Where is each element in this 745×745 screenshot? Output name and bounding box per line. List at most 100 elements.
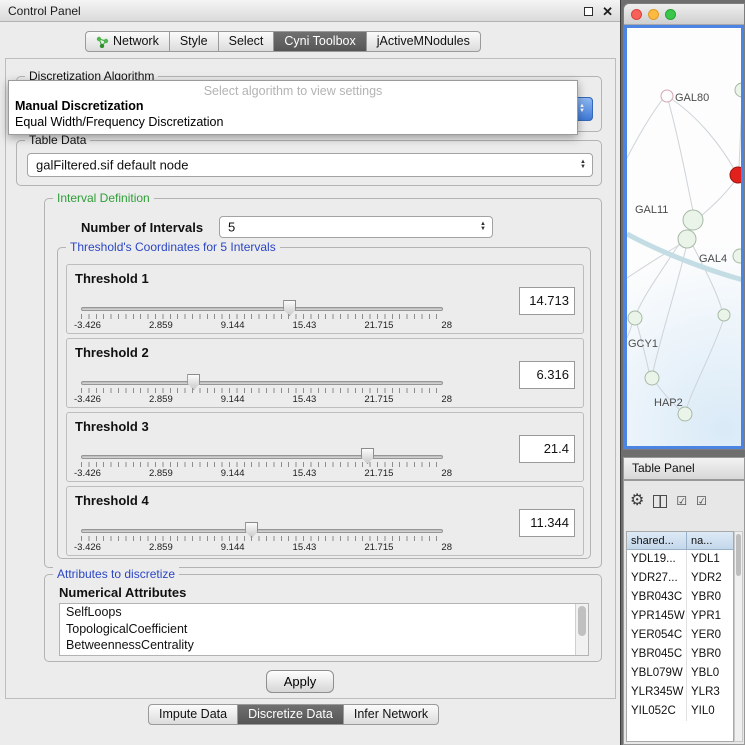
- table-panel: ⚙ ☑ ☑ shared... na... YDL19...YDL1 YDR27…: [623, 480, 745, 745]
- table-row[interactable]: YER054CYER0: [627, 626, 733, 645]
- scale-label: 15.43: [293, 542, 317, 553]
- cell: YDL1: [687, 550, 733, 569]
- network-node-gal11[interactable]: [683, 210, 703, 230]
- tab-discretize-data[interactable]: Discretize Data: [238, 704, 344, 725]
- slider-track[interactable]: [81, 529, 443, 533]
- select-columns-icon[interactable]: ☑: [696, 495, 707, 507]
- list-item[interactable]: TopologicalCoefficient: [60, 621, 588, 638]
- tab-label: Network: [113, 32, 159, 51]
- slider-track[interactable]: [81, 307, 443, 311]
- tab-impute-data[interactable]: Impute Data: [148, 704, 238, 725]
- close-panel-button[interactable]: ✕: [602, 5, 613, 19]
- scale-label: 15.43: [293, 468, 317, 479]
- slider-scale: -3.4262.8599.14415.4321.71528: [74, 320, 452, 331]
- scale-label: 21.715: [364, 320, 393, 331]
- table-data-combobox[interactable]: galFiltered.sif default node ▲ ▼: [27, 153, 593, 177]
- network-node-gal80[interactable]: [661, 90, 673, 102]
- tab-network[interactable]: Network: [85, 31, 170, 52]
- gear-icon[interactable]: ⚙: [630, 493, 644, 509]
- zoom-window-button[interactable]: [665, 9, 676, 20]
- vertical-scrollbar[interactable]: [575, 604, 588, 655]
- combobox-arrows-icon: ▲ ▼: [480, 222, 486, 232]
- network-node[interactable]: [718, 309, 730, 321]
- threshold-4-slider[interactable]: -3.4262.8599.14415.4321.71528: [81, 523, 443, 551]
- network-node-hap2[interactable]: [645, 371, 659, 385]
- tab-label: Select: [229, 32, 264, 51]
- tab-select[interactable]: Select: [219, 31, 275, 52]
- scale-label: 9.144: [221, 320, 245, 331]
- slider-track[interactable]: [81, 381, 443, 385]
- scale-label: -3.426: [74, 542, 101, 553]
- slider-track[interactable]: [81, 455, 443, 459]
- cell: YIL0: [687, 702, 733, 721]
- network-node[interactable]: [678, 407, 692, 421]
- scale-label: -3.426: [74, 394, 101, 405]
- column-header-shared-name[interactable]: shared...: [627, 532, 687, 549]
- threshold-3-slider[interactable]: -3.4262.8599.14415.4321.71528: [81, 449, 443, 477]
- table-row[interactable]: YBR045CYBR0: [627, 645, 733, 664]
- cell: YLR3: [687, 683, 733, 702]
- close-window-button[interactable]: [631, 9, 642, 20]
- node-label: GCY1: [628, 338, 658, 350]
- scrollbar-thumb[interactable]: [578, 606, 586, 636]
- columns-icon[interactable]: [653, 495, 667, 508]
- tab-style[interactable]: Style: [170, 31, 219, 52]
- algorithm-dropdown-popup: Select algorithm to view settings Manual…: [8, 80, 578, 135]
- threshold-4-row: Threshold 4 -3.4262.8599.14415.4321.7152…: [66, 486, 584, 556]
- threshold-2-value-field[interactable]: 6.316: [519, 361, 575, 389]
- table-row[interactable]: YBL079WYBL0: [627, 664, 733, 683]
- scale-label: 15.43: [293, 394, 317, 405]
- list-item[interactable]: BetweennessCentrality: [60, 637, 588, 654]
- network-node[interactable]: [735, 83, 743, 97]
- scale-label: 2.859: [149, 394, 173, 405]
- cell: YBR045C: [627, 645, 687, 664]
- table-row[interactable]: YDR27...YDR2: [627, 569, 733, 588]
- network-node-selected-red[interactable]: [730, 167, 743, 183]
- scale-label: 9.144: [221, 468, 245, 479]
- table-row[interactable]: YIL052CYIL0: [627, 702, 733, 721]
- column-header-name[interactable]: na...: [687, 532, 733, 549]
- table-row[interactable]: YBR043CYBR0: [627, 588, 733, 607]
- tab-cyni-toolbox[interactable]: Cyni Toolbox: [274, 31, 366, 52]
- threshold-4-value-field[interactable]: 11.344: [519, 509, 575, 537]
- float-window-button[interactable]: [584, 3, 593, 21]
- popup-item-manual-discretization[interactable]: Manual Discretization: [9, 98, 577, 114]
- group-title: Interval Definition: [53, 191, 154, 205]
- interval-definition-group: Interval Definition Number of Intervals …: [44, 198, 602, 568]
- scale-label: 2.859: [149, 542, 173, 553]
- scale-label: 21.715: [364, 394, 393, 405]
- network-node-gcy1[interactable]: [628, 311, 642, 325]
- num-intervals-combobox[interactable]: 5 ▲ ▼: [219, 216, 493, 238]
- table-row[interactable]: YPR145WYPR1: [627, 607, 733, 626]
- threshold-1-value-field[interactable]: 14.713: [519, 287, 575, 315]
- select-all-icon[interactable]: ☑: [676, 495, 687, 507]
- tab-infer-network[interactable]: Infer Network: [344, 704, 439, 725]
- slider-scale: -3.4262.8599.14415.4321.71528: [74, 542, 452, 553]
- apply-button[interactable]: Apply: [266, 670, 334, 693]
- threshold-1-row: Threshold 1 -3.4262.8599.14415.4321.7152…: [66, 264, 584, 334]
- threshold-2-row: Threshold 2 -3.4262.8599.14415.4321.7152…: [66, 338, 584, 408]
- combobox-value: 5: [228, 220, 235, 235]
- cell: YBR0: [687, 645, 733, 664]
- threshold-1-slider[interactable]: -3.4262.8599.14415.4321.71528: [81, 301, 443, 329]
- threshold-label: Threshold 1: [75, 271, 149, 286]
- vertical-scrollbar[interactable]: [734, 531, 743, 742]
- network-node-gal4[interactable]: [678, 230, 696, 248]
- threshold-2-slider[interactable]: -3.4262.8599.14415.4321.71528: [81, 375, 443, 403]
- table-row[interactable]: YDL19...YDL1: [627, 550, 733, 569]
- cell: YDR27...: [627, 569, 687, 588]
- network-canvas[interactable]: GAL80 GAL11 GAL4 GCY1 HAP2: [624, 25, 744, 449]
- table-row[interactable]: YLR345WYLR3: [627, 683, 733, 702]
- table-data-group: Table Data galFiltered.sif default node …: [16, 140, 602, 186]
- network-node[interactable]: [733, 249, 743, 263]
- control-panel-window: Control Panel ✕ Network Style Select Cyn…: [0, 0, 621, 745]
- tab-jactivemnodules[interactable]: jActiveMNodules: [367, 31, 481, 52]
- list-item[interactable]: SelfLoops: [60, 604, 588, 621]
- cell: YIL052C: [627, 702, 687, 721]
- popup-item-equal-width-frequency[interactable]: Equal Width/Frequency Discretization: [9, 114, 577, 130]
- scrollbar-thumb[interactable]: [736, 534, 741, 576]
- cell: YBR0: [687, 588, 733, 607]
- threshold-3-value-field[interactable]: 21.4: [519, 435, 575, 463]
- minimize-window-button[interactable]: [648, 9, 659, 20]
- scale-label: -3.426: [74, 320, 101, 331]
